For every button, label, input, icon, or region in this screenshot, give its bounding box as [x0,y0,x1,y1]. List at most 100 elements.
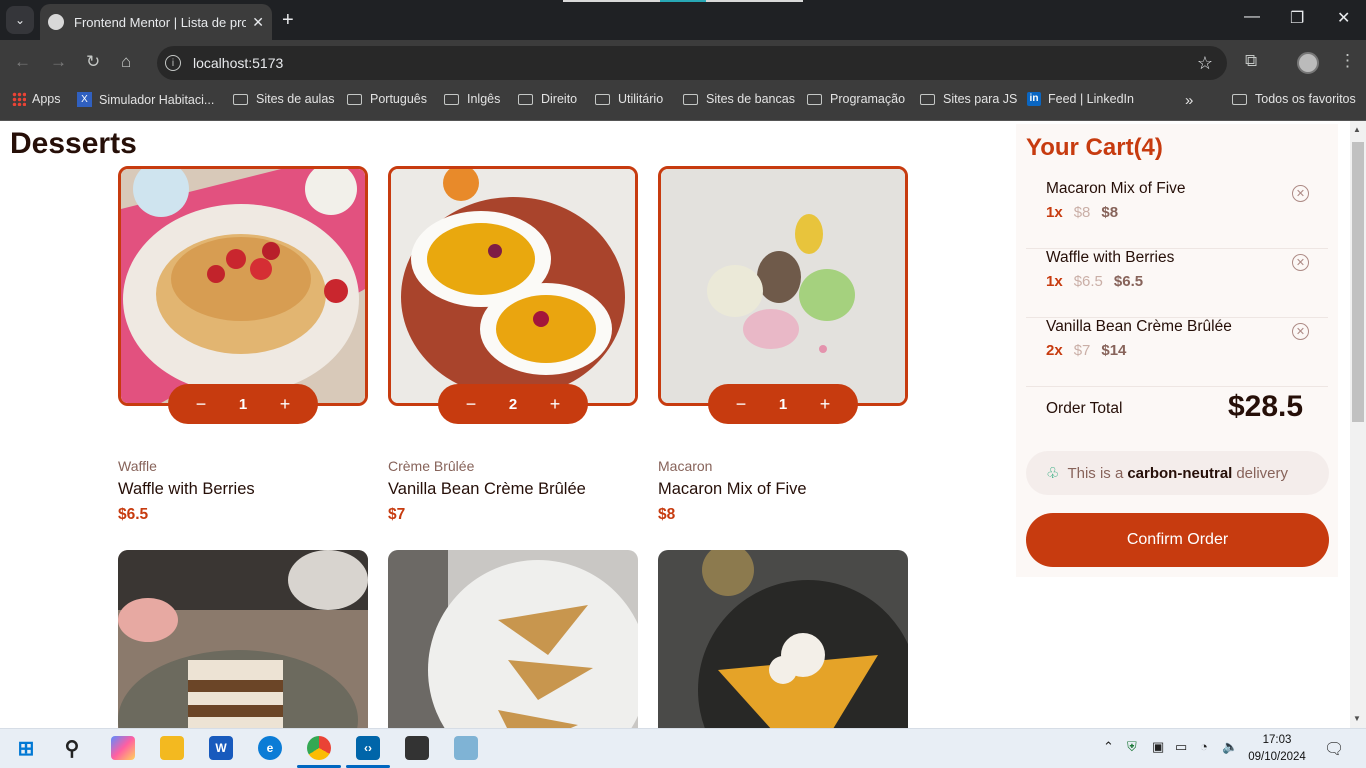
bookmark-folder[interactable]: Utilitário [595,92,663,106]
product-card: − 1 + Macaron Macaron Mix of Five $8 [658,166,908,524]
scroll-down-icon[interactable]: ▼ [1353,714,1361,723]
product-category: Macaron [658,458,713,474]
folder-icon [518,93,533,105]
more-bookmarks-icon[interactable]: » [1185,92,1193,109]
cart-item-qty: 2x [1046,342,1063,359]
product-image[interactable] [388,550,638,728]
wifi-icon[interactable]: ◔ [1200,739,1208,754]
bookmark-folder[interactable]: Sites para JS [920,92,1017,106]
bookmark-folder[interactable]: Sites de bancas [683,92,795,106]
file-explorer-icon[interactable] [160,736,184,760]
bookmark-label: Utilitário [618,92,664,106]
baklava-image [388,550,638,728]
decrement-button[interactable]: − [462,394,480,414]
bookmark-linkedin[interactable]: in Feed | LinkedIn [1027,92,1134,106]
confirm-order-button[interactable]: Confirm Order [1026,513,1329,567]
bookmark-folder[interactable]: Português [347,92,427,106]
quantity-stepper[interactable]: − 1 + [708,384,858,424]
back-icon[interactable]: ← [14,51,31,73]
restore-icon[interactable]: ❐ [1290,8,1304,28]
bookmark-folder[interactable]: Inlgês [444,92,500,106]
decrement-button[interactable]: − [732,394,750,414]
app-icon[interactable] [454,736,478,760]
increment-button[interactable]: + [276,394,294,414]
bookmark-star-icon[interactable]: ☆ [1197,53,1213,74]
new-tab-button[interactable]: + [282,8,294,32]
increment-button[interactable]: + [816,394,834,414]
windows-start-icon[interactable]: ⊞ [14,736,38,760]
browser-tab[interactable]: Frontend Mentor | Lista de produtos ✕ [40,4,272,40]
product-price: $6.5 [118,506,149,523]
word-icon[interactable]: W [209,736,233,760]
cart-item-total: $8 [1101,204,1119,221]
decrement-button[interactable]: − [192,394,210,414]
forward-icon[interactable]: → [50,51,67,73]
extensions-icon[interactable]: ⧉ [1245,51,1257,71]
cart-item-unit-price: $7 [1073,342,1091,359]
folder-icon [683,93,698,105]
bookmark-label: Sites de aulas [256,92,335,106]
folder-icon [1232,93,1247,105]
increment-button[interactable]: + [546,394,564,414]
search-icon[interactable]: ⚲ [60,736,84,760]
bookmark-apps[interactable]: Apps [12,92,61,106]
tray-chevron-icon[interactable]: ⌃ [1103,739,1114,755]
cart-item-name: Vanilla Bean Crème Brûlée [1046,318,1232,335]
tree-icon: ♧ [1046,465,1060,482]
copilot-icon[interactable] [111,736,135,760]
sticky-notes-icon[interactable] [405,736,429,760]
reload-icon[interactable]: ↻ [86,51,100,73]
product-card: − 1 + Waffle Waffle with Berries $6.5 [118,166,368,524]
product-card: − 2 + Crème Brûlée Vanilla Bean Crème Br… [388,166,638,524]
remove-item-icon[interactable]: ✕ [1292,323,1309,340]
volume-icon[interactable]: 🔈 [1222,739,1238,755]
profile-avatar[interactable] [1297,52,1319,74]
clock-date: 09/10/2024 [1248,751,1306,763]
chrome-icon[interactable] [307,736,331,760]
cart-item-unit-price: $8 [1073,204,1091,221]
taskbar-clock[interactable]: 17:03 09/10/2024 [1242,732,1312,766]
tab-close-icon[interactable]: ✕ [252,14,264,31]
menu-kebab-icon[interactable]: ⋮ [1339,51,1356,71]
order-total-value: $28.5 [1228,390,1304,423]
product-card [388,550,638,728]
bookmark-folder[interactable]: Direito [518,92,577,106]
battery-icon[interactable]: ▭ [1175,739,1187,755]
product-category: Waffle [118,458,157,474]
edge-icon[interactable]: e [258,736,282,760]
security-shield-icon[interactable]: ⛨ [1127,739,1137,755]
url-text[interactable]: localhost:5173 [193,55,283,71]
bookmark-folder[interactable]: Programação [807,92,905,106]
bookmark-simulador[interactable]: X Simulador Habitaci... [77,92,214,107]
vscode-icon[interactable]: ‹› [356,736,380,760]
tab-search-button[interactable]: ⌄ [6,6,34,34]
remove-item-icon[interactable]: ✕ [1292,185,1309,202]
bookmark-label: Sites para JS [943,92,1018,106]
quantity-value: 1 [238,395,248,413]
site-info-icon[interactable]: i [165,55,181,71]
scroll-thumb[interactable] [1352,142,1364,422]
bookmark-label: Feed | LinkedIn [1048,92,1134,106]
close-window-icon[interactable]: ✕ [1337,8,1350,28]
address-bar[interactable]: i localhost:5173 ☆ [157,46,1227,80]
product-image[interactable] [118,550,368,728]
bookmark-all-favorites[interactable]: Todos os favoritos [1232,92,1356,106]
bookmark-label: Sites de bancas [706,92,795,106]
quantity-value: 1 [778,395,788,413]
scroll-up-icon[interactable]: ▲ [1353,125,1361,134]
notifications-icon[interactable]: 🗨 [1324,739,1344,759]
product-category: Crème Brûlée [388,458,475,474]
home-icon[interactable]: ⌂ [121,51,131,73]
creme-brulee-image [391,169,635,403]
bookmark-folder[interactable]: Sites de aulas [233,92,335,106]
folder-icon [807,93,822,105]
remove-item-icon[interactable]: ✕ [1292,254,1309,271]
macaron-image [661,169,905,403]
product-image[interactable] [658,550,908,728]
device-icon[interactable]: ▣ [1152,739,1164,755]
minimize-icon[interactable]: — [1244,8,1260,26]
order-total-label: Order Total [1046,400,1123,417]
quantity-stepper[interactable]: − 2 + [438,384,588,424]
quantity-stepper[interactable]: − 1 + [168,384,318,424]
cart-item-total: $14 [1101,342,1127,359]
